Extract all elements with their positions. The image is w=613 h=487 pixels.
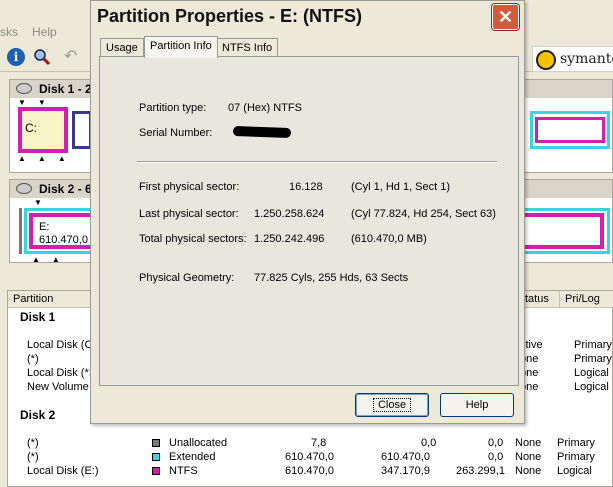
disk1-top-markers: ▼▼ xyxy=(18,98,58,107)
column-partition[interactable]: Partition xyxy=(8,291,93,308)
first-sector-chs: (Cyl 1, Hd 1, Sect 1) xyxy=(351,181,451,193)
serial-number-redacted xyxy=(232,125,292,139)
row-prilog: Logical xyxy=(574,381,609,393)
tab-usage[interactable]: Usage xyxy=(100,38,144,58)
list-row[interactable]: (*) Unallocated 7,8 0,0 0,0 None Primary xyxy=(8,437,613,451)
close-button-label: Close xyxy=(372,398,412,412)
total-sectors-value: 1.250.242.496 xyxy=(254,233,325,245)
serial-number-label: Serial Number: xyxy=(139,127,213,139)
geometry-value: 77.825 Cyls, 255 Hds, 63 Sects xyxy=(254,272,409,284)
dialog-title: Partition Properties - E: (NTFS) xyxy=(97,6,363,26)
symantec-logo-mark xyxy=(536,50,556,70)
row-name: (*) xyxy=(27,437,39,449)
row-prilog: Primary xyxy=(574,353,612,365)
swatch-extended xyxy=(152,453,160,461)
row-size: 7,8 xyxy=(311,437,327,449)
geometry-label: Physical Geometry: xyxy=(139,272,235,284)
partition-info-panel: Partition type: 07 (Hex) NTFS Serial Num… xyxy=(99,56,519,386)
column-prilog[interactable]: Pri/Log xyxy=(560,291,613,308)
list-row[interactable]: Local Disk (E:) NTFS 610.470,0 347.170,9… xyxy=(8,465,613,479)
disk1-bottom-markers: ▲▲▲ xyxy=(18,154,78,163)
total-sectors-label: Total physical sectors: xyxy=(139,233,247,245)
partition-c[interactable]: C: xyxy=(18,107,68,153)
row-name: (*) xyxy=(27,451,39,463)
symantec-logo: symante xyxy=(532,46,613,72)
row-name: Local Disk (C xyxy=(27,339,93,351)
partition-type-value: 07 (Hex) NTFS xyxy=(228,102,302,114)
row-used: 610.470,0 xyxy=(381,451,430,463)
disk2-label: Disk 2 - 6 xyxy=(39,182,92,196)
close-icon[interactable]: ✕ xyxy=(491,3,520,31)
disk1-label: Disk 1 - 2 xyxy=(39,82,92,96)
row-unused: 0,0 xyxy=(488,437,504,449)
row-type: Extended xyxy=(169,451,216,463)
row-unused: 0,0 xyxy=(488,451,504,463)
partition-e-label: E: xyxy=(39,221,50,233)
row-status: None xyxy=(515,437,542,449)
swatch-unallocated xyxy=(152,439,160,447)
info-icon[interactable]: i xyxy=(7,48,25,66)
row-name: Local Disk (E:) xyxy=(27,465,99,477)
row-used: 347.170,9 xyxy=(381,465,430,477)
total-sectors-mb: (610.470,0 MB) xyxy=(351,233,427,245)
row-size: 610.470,0 xyxy=(285,465,334,477)
row-name: (*) xyxy=(27,353,39,365)
dialog-titlebar[interactable]: Partition Properties - E: (NTFS) ✕ xyxy=(91,1,524,33)
disk-icon xyxy=(16,83,32,94)
last-sector-chs: (Cyl 77.824, Hd 254, Sect 63) xyxy=(351,208,496,220)
group-disk1: Disk 1 xyxy=(20,310,56,324)
partition-c-label: C: xyxy=(25,121,37,135)
first-sector-label: First physical sector: xyxy=(139,181,240,193)
help-button[interactable]: Help xyxy=(440,393,514,417)
tab-partition-info[interactable]: Partition Info xyxy=(144,36,218,58)
disk2-top-markers: ▼ xyxy=(34,198,54,207)
row-name: New Volume xyxy=(27,381,89,393)
undo-icon[interactable]: ↶ xyxy=(64,48,82,66)
search-icon[interactable] xyxy=(33,48,51,66)
row-prilog: Logical xyxy=(557,465,592,477)
help-button-label: Help xyxy=(465,399,489,411)
swatch-ntfs xyxy=(152,467,160,475)
tab-ntfs-info[interactable]: NTFS Info xyxy=(216,38,279,58)
row-status: None xyxy=(515,451,542,463)
row-prilog: Logical xyxy=(574,367,609,379)
row-name: Local Disk (*: xyxy=(27,367,92,379)
row-used: 0,0 xyxy=(421,437,437,449)
first-sector-value: 16.128 xyxy=(289,181,323,193)
list-row[interactable]: (*) Extended 610.470,0 610.470,0 0,0 Non… xyxy=(8,451,613,465)
row-unused: 263.299,1 xyxy=(456,465,505,477)
partition-disk1-right-inner xyxy=(535,117,605,143)
partition-disk1-right[interactable] xyxy=(530,111,610,149)
row-status: None xyxy=(515,465,542,477)
partition-properties-dialog: Partition Properties - E: (NTFS) ✕ Usage… xyxy=(90,0,525,424)
partition-type-label: Partition type: xyxy=(139,102,207,114)
row-prilog: Primary xyxy=(574,339,612,351)
disk-icon xyxy=(16,183,32,194)
row-prilog: Primary xyxy=(557,437,595,449)
menu-item-tasks[interactable]: sks xyxy=(0,25,18,39)
last-sector-label: Last physical sector: xyxy=(139,208,239,220)
close-button[interactable]: Close xyxy=(355,393,429,417)
column-status[interactable]: tatus xyxy=(520,291,560,308)
group-disk2: Disk 2 xyxy=(20,408,56,422)
row-size: 610.470,0 xyxy=(285,451,334,463)
partition-unallocated[interactable] xyxy=(19,208,22,254)
row-type: NTFS xyxy=(169,465,198,477)
row-type: Unallocated xyxy=(169,437,228,449)
separator xyxy=(137,161,497,163)
row-prilog: Primary xyxy=(557,451,595,463)
symantec-brand: symante xyxy=(560,51,613,67)
menu-item-help[interactable]: Help xyxy=(32,25,57,39)
partition-extended-disk1[interactable] xyxy=(72,111,92,149)
last-sector-value: 1.250.258.624 xyxy=(254,208,325,220)
partition-e-size: 610.470,0 xyxy=(39,234,88,246)
disk2-bottom-markers: ▲▲ xyxy=(32,255,72,264)
